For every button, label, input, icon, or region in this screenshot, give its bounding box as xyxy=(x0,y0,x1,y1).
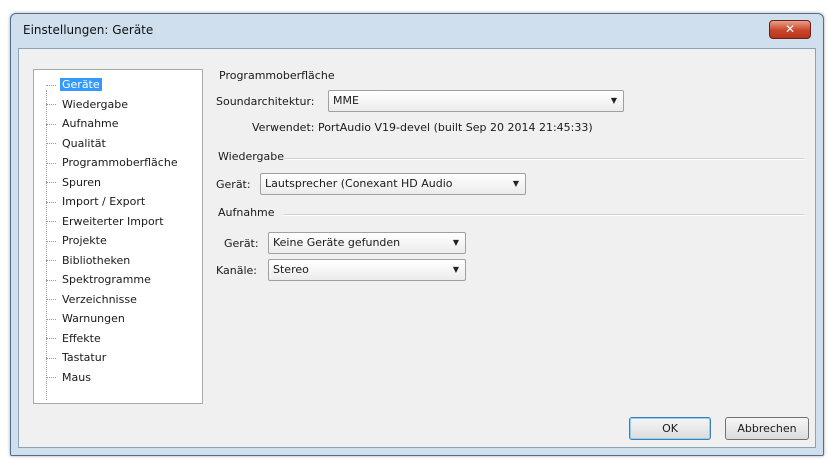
playback-divider xyxy=(284,158,804,160)
tree-item[interactable]: Effekte xyxy=(46,330,103,348)
tree-item-label: Spektrogramme xyxy=(62,273,151,286)
recording-device-select[interactable]: Keine Geräte gefunden ▼ xyxy=(268,232,466,254)
dialog-body: Geräte Wiedergabe Aufnahme Qualität Programm… xyxy=(18,48,816,448)
using-text: Verwendet: PortAudio V19-devel (built Se… xyxy=(252,121,593,134)
tree-item[interactable]: Projekte xyxy=(46,232,109,250)
channels-select[interactable]: Stereo ▼ xyxy=(268,259,466,281)
tree-item-label: Tastatur xyxy=(62,351,107,364)
tree-item-label: Projekte xyxy=(62,234,107,247)
playback-device-select[interactable]: Lautsprecher (Conexant HD Audio ▼ xyxy=(260,173,526,195)
interface-group-title: Programmoberfläche xyxy=(219,69,335,82)
tree-connector-dash xyxy=(46,240,56,242)
tree-item-label: Aufnahme xyxy=(62,117,119,130)
tree-item[interactable]: Qualität xyxy=(46,135,108,153)
tree-item-label: Import / Export xyxy=(62,195,146,208)
tree-item[interactable]: Bibliotheken xyxy=(46,252,132,270)
recording-divider xyxy=(284,214,804,216)
host-label: Soundarchitektur: xyxy=(216,95,315,108)
tree-item[interactable]: Erweiterter Import xyxy=(46,213,166,231)
tree-connector-dash xyxy=(46,162,56,164)
tree-connector-dash xyxy=(46,279,56,281)
tree-connector-dash xyxy=(46,201,56,203)
tree-item[interactable]: Aufnahme xyxy=(46,115,121,133)
tree-connector-dash xyxy=(46,357,56,359)
chevron-down-icon: ▼ xyxy=(610,96,617,105)
tree-item-label: Warnungen xyxy=(62,312,125,325)
tree-item[interactable]: Spuren xyxy=(46,174,103,192)
recording-group-title: Aufnahme xyxy=(218,206,275,219)
window-title: Einstellungen: Geräte xyxy=(23,23,154,37)
tree-connector-dash xyxy=(46,299,56,300)
preferences-tree: Geräte Wiedergabe Aufnahme Qualität Programm… xyxy=(33,69,203,404)
close-icon: ✕ xyxy=(784,22,796,36)
close-button[interactable]: ✕ xyxy=(769,20,811,39)
tree-item-label: Maus xyxy=(62,370,91,384)
recording-device-label: Gerät: xyxy=(224,237,259,250)
tree-item-label: Verzeichnisse xyxy=(62,292,137,306)
playback-group-title: Wiedergabe xyxy=(218,150,285,163)
tree-connector-dash xyxy=(46,104,56,105)
ok-button[interactable]: OK xyxy=(629,417,711,440)
settings-dialog: Einstellungen: Geräte ✕ Geräte Wiedergabe… xyxy=(10,13,824,456)
recording-device-value: Keine Geräte gefunden xyxy=(273,236,401,249)
cancel-button[interactable]: Abbrechen xyxy=(725,417,809,440)
playback-device-label: Gerät: xyxy=(216,178,251,191)
channels-label: Kanäle: xyxy=(216,264,258,277)
tree-item-label: Wiedergabe xyxy=(62,97,129,111)
channels-value: Stereo xyxy=(273,263,309,276)
title-bar[interactable]: Einstellungen: Geräte ✕ xyxy=(11,14,823,48)
playback-device-value: Lautsprecher (Conexant HD Audio xyxy=(265,177,453,190)
tree-item[interactable]: Wiedergabe xyxy=(46,96,130,114)
tree-connector-dash xyxy=(46,318,56,320)
tree-item-label: Bibliotheken xyxy=(62,253,131,267)
tree-connector-dash xyxy=(46,84,56,86)
tree-item[interactable]: Tastatur xyxy=(46,349,108,367)
chevron-down-icon: ▼ xyxy=(512,179,519,188)
tree-connector-dash xyxy=(46,260,56,261)
tree-connector-dash xyxy=(46,338,56,339)
tree-connector-dash xyxy=(46,123,56,125)
tree-item[interactable]: Verzeichnisse xyxy=(46,291,139,309)
host-value: MME xyxy=(333,94,359,107)
tree-item-label: Spuren xyxy=(62,175,101,189)
tree-item-label: Qualität xyxy=(62,136,106,150)
tree-item-label: Programmoberfläche xyxy=(62,156,178,169)
tree-item-label: Effekte xyxy=(62,331,101,345)
tree-item-label: Geräte xyxy=(60,78,102,91)
host-select[interactable]: MME ▼ xyxy=(328,90,624,112)
tree-item[interactable]: Warnungen xyxy=(46,310,127,328)
chevron-down-icon: ▼ xyxy=(452,238,459,247)
tree-connector-dash xyxy=(46,221,56,222)
chevron-down-icon: ▼ xyxy=(452,265,459,274)
tree-item[interactable]: Geräte xyxy=(46,76,102,94)
tree-item-label: Erweiterter Import xyxy=(62,214,164,228)
tree-connector-dash xyxy=(46,182,56,183)
tree-item[interactable]: Programmoberfläche xyxy=(46,154,180,172)
tree-item[interactable]: Import / Export xyxy=(46,193,147,211)
tree-item[interactable]: Maus xyxy=(46,369,93,387)
tree-item[interactable]: Spektrogramme xyxy=(46,271,153,289)
tree-connector-dash xyxy=(46,143,56,144)
tree-connector-dash xyxy=(46,377,56,378)
